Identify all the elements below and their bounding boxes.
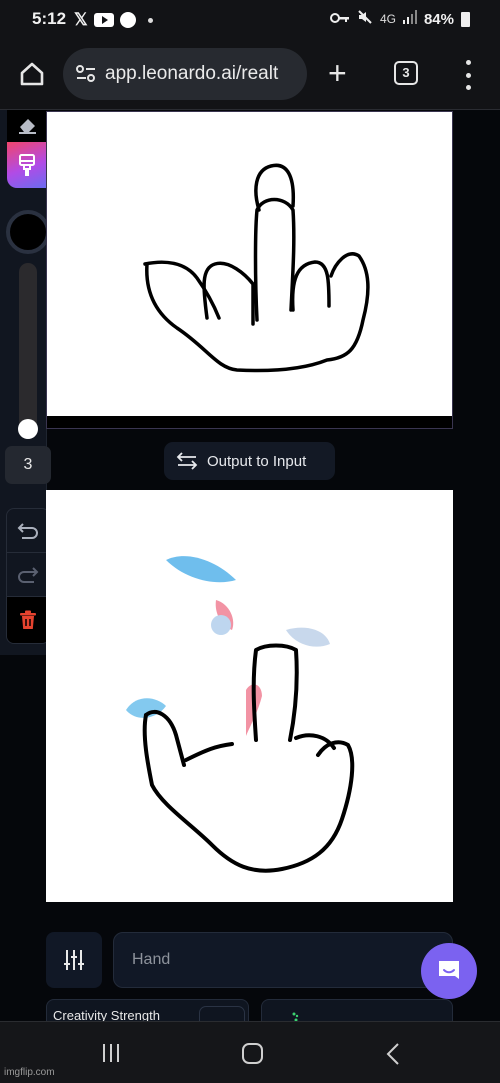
signal-icon: [402, 10, 417, 28]
canvas-paper[interactable]: [47, 112, 452, 416]
chat-icon: [439, 961, 459, 979]
eraser-tool-button[interactable]: [7, 110, 47, 142]
network-icon: 4G: [379, 12, 396, 26]
back-icon[interactable]: [385, 1042, 401, 1066]
history-group: [6, 508, 50, 644]
output-to-input-button[interactable]: Output to Input: [164, 442, 335, 480]
generated-output-image[interactable]: [46, 490, 453, 902]
output-illustration: [126, 556, 355, 873]
redo-icon: [18, 566, 39, 583]
tabs-icon[interactable]: 3: [394, 61, 418, 85]
recents-icon[interactable]: [103, 1044, 119, 1062]
key-icon: [329, 11, 350, 28]
brush-size-value[interactable]: 3: [5, 446, 51, 484]
system-nav-bar: imgflip.com: [0, 1021, 500, 1083]
brush-icon: [19, 154, 35, 176]
youtube-icon: [93, 13, 114, 27]
output-to-input-label: Output to Input: [207, 452, 307, 470]
url-text: app.leonardo.ai/realt: [105, 63, 279, 84]
home-icon[interactable]: [18, 60, 46, 88]
eraser-icon: [19, 119, 36, 134]
cat-icon: [119, 12, 136, 28]
browser-toolbar: app.leonardo.ai/realt + 3: [0, 40, 500, 110]
prompt-input[interactable]: Hand: [113, 932, 453, 988]
status-bar: 5:12 𝕏 4G 84%: [0, 0, 500, 40]
support-chat-button[interactable]: [421, 943, 477, 999]
canvas-sketch: [143, 163, 370, 373]
system-icons: 4G 84%: [329, 9, 470, 29]
site-settings-icon[interactable]: [75, 64, 97, 84]
battery-percent: 84%: [423, 10, 454, 28]
home-nav-icon[interactable]: [242, 1043, 263, 1064]
battery-icon: [461, 11, 470, 27]
status-time: 5:12: [32, 9, 67, 28]
swap-arrows-icon: [176, 452, 198, 470]
redo-button[interactable]: [7, 553, 49, 597]
new-tab-icon[interactable]: +: [328, 57, 347, 89]
tool-rail: 3: [0, 110, 51, 655]
address-bar[interactable]: app.leonardo.ai/realt: [63, 48, 307, 100]
drawing-canvas[interactable]: [46, 111, 453, 429]
brush-size-slider-thumb[interactable]: [18, 419, 38, 439]
dot-icon: [147, 17, 153, 23]
undo-button[interactable]: [7, 509, 49, 553]
notification-icons: 𝕏: [74, 10, 153, 30]
menu-icon[interactable]: [464, 60, 472, 90]
undo-icon: [17, 522, 38, 539]
generation-settings-button[interactable]: [46, 932, 102, 988]
brush-color-swatch[interactable]: [6, 210, 50, 254]
clear-canvas-button[interactable]: [7, 597, 49, 643]
brush-tool-button[interactable]: [7, 142, 47, 188]
x-icon: 𝕏: [74, 10, 88, 29]
sliders-icon: [64, 950, 84, 970]
brush-size-slider[interactable]: [19, 263, 37, 435]
mute-icon: [357, 9, 373, 29]
trash-icon: [20, 610, 36, 629]
watermark: imgflip.com: [4, 1067, 55, 1078]
